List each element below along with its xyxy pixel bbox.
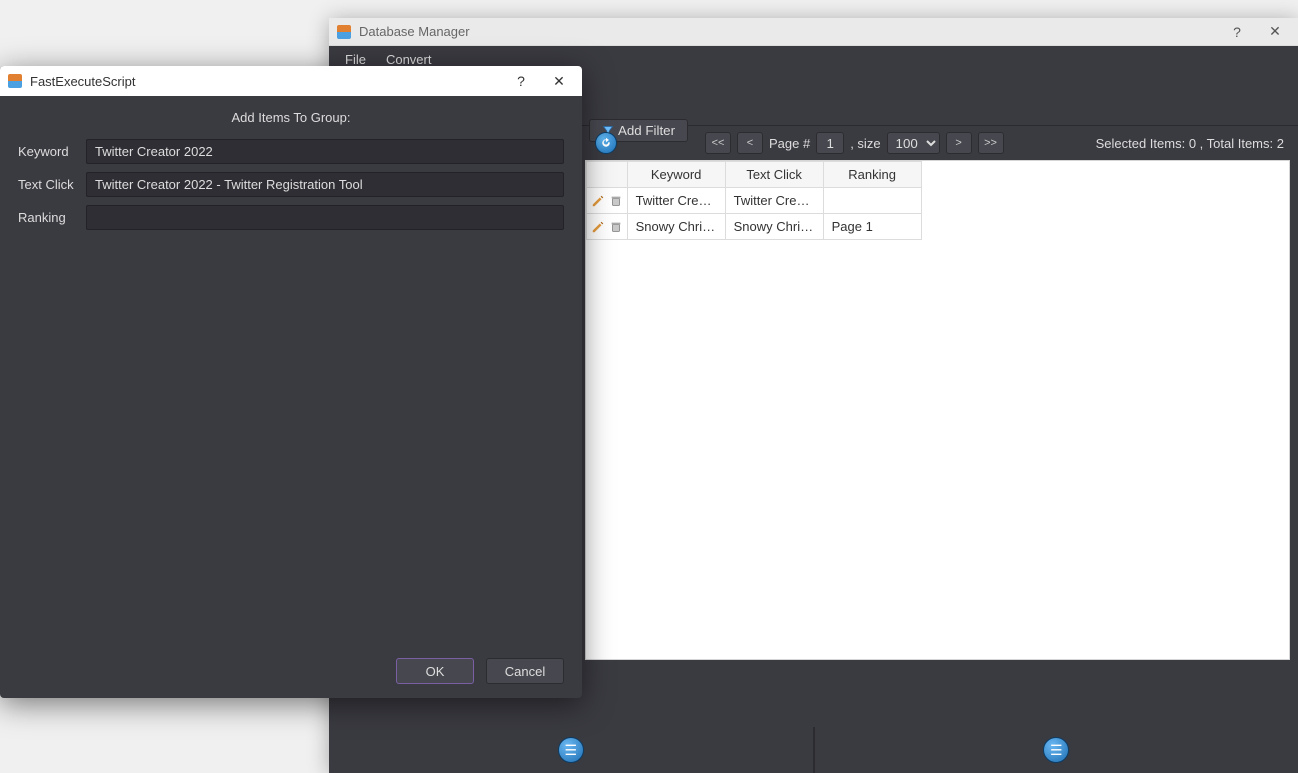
col-keyword[interactable]: Keyword [627, 162, 725, 188]
dbm-title: Database Manager [359, 24, 1218, 39]
keyword-label: Keyword [18, 144, 78, 159]
edit-icon[interactable] [591, 220, 605, 234]
pager: << < Page # , size 100 > >> [705, 132, 1004, 154]
cell-text-click: Snowy Christ... [725, 214, 823, 240]
dlg-help-button[interactable]: ? [502, 68, 540, 94]
cancel-button[interactable]: Cancel [486, 658, 564, 684]
cell-keyword: Twitter Creat... [627, 188, 725, 214]
add-filter-label: Add Filter [618, 123, 675, 138]
delete-icon[interactable] [609, 220, 623, 234]
list-icon: ☰ [564, 743, 577, 757]
cell-ranking: Page 1 [823, 214, 921, 240]
pager-size-label: , size [850, 136, 880, 151]
ranking-input[interactable] [86, 205, 564, 230]
textclick-input[interactable] [86, 172, 564, 197]
dlg-title: FastExecuteScript [30, 74, 502, 89]
col-text-click[interactable]: Text Click [725, 162, 823, 188]
pager-page-label: Page # [769, 136, 810, 151]
dbm-bottom-bar: ☰ ☰ [329, 727, 1298, 773]
fast-execute-script-dialog: FastExecuteScript ? ✕ Add Items To Group… [0, 66, 582, 698]
cell-ranking [823, 188, 921, 214]
cell-text-click: Twitter Creat... [725, 188, 823, 214]
delete-icon[interactable] [609, 194, 623, 208]
dbm-close-button[interactable]: ✕ [1256, 19, 1294, 45]
edit-icon[interactable] [591, 194, 605, 208]
cell-keyword: Snowy Christ... [627, 214, 725, 240]
dlg-titlebar[interactable]: FastExecuteScript ? ✕ [0, 66, 582, 96]
dlg-heading: Add Items To Group: [18, 110, 564, 125]
pager-size-select[interactable]: 100 [887, 132, 940, 154]
refresh-button[interactable] [595, 132, 617, 154]
table-row[interactable]: Snowy Christ... Snowy Christ... Page 1 [587, 214, 922, 240]
app-icon [337, 25, 351, 39]
dbm-titlebar[interactable]: Database Manager ? ✕ [329, 18, 1298, 46]
list-view-button-right[interactable]: ☰ [1043, 737, 1069, 763]
textclick-label: Text Click [18, 177, 78, 192]
dbm-help-button[interactable]: ? [1218, 19, 1256, 45]
selection-info: Selected Items: 0 , Total Items: 2 [1096, 136, 1290, 151]
app-icon [8, 74, 22, 88]
ranking-label: Ranking [18, 210, 78, 225]
dbm-grid: Keyword Text Click Ranking Twitter Creat… [585, 160, 1290, 660]
col-ranking[interactable]: Ranking [823, 162, 921, 188]
ok-button[interactable]: OK [396, 658, 474, 684]
keyword-input[interactable] [86, 139, 564, 164]
list-icon: ☰ [1050, 743, 1063, 757]
pager-last[interactable]: >> [978, 132, 1004, 154]
dlg-body: Add Items To Group: Keyword Text Click R… [0, 96, 582, 248]
dlg-close-button[interactable]: ✕ [540, 68, 578, 94]
pager-prev[interactable]: < [737, 132, 763, 154]
table-row[interactable]: Twitter Creat... Twitter Creat... [587, 188, 922, 214]
list-view-button-left[interactable]: ☰ [558, 737, 584, 763]
pager-page-input[interactable] [816, 132, 844, 154]
desktop-bg-top [0, 0, 1298, 18]
pager-first[interactable]: << [705, 132, 731, 154]
pager-next[interactable]: > [946, 132, 972, 154]
